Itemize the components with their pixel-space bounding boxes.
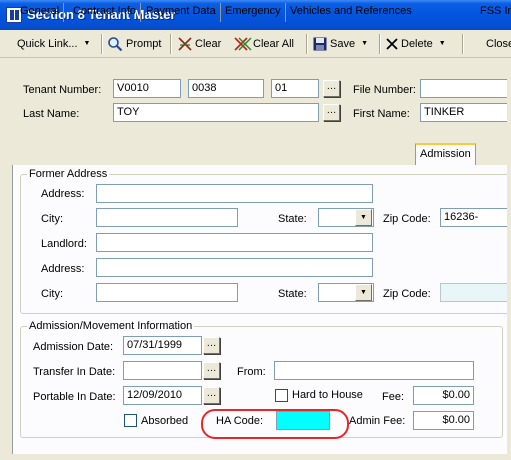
prompt-label: Prompt bbox=[126, 38, 162, 50]
absorbed-label: Absorbed bbox=[141, 415, 189, 427]
tenant-number-field-2[interactable]: 0038 bbox=[188, 79, 264, 98]
from-field[interactable] bbox=[274, 361, 474, 380]
from-label: From: bbox=[237, 366, 266, 378]
quick-link-button[interactable]: Quick Link... ▼ bbox=[17, 35, 90, 53]
chevron-down-icon: ▼ bbox=[83, 40, 91, 47]
quick-link-label: Quick Link... bbox=[17, 38, 78, 50]
delete-button[interactable]: Delete ▼ bbox=[386, 35, 446, 53]
tab-vehicles-and-references[interactable]: Vehicles and References bbox=[286, 3, 416, 22]
tenant-number-label: Tenant Number: bbox=[23, 84, 102, 96]
admin-fee-field[interactable]: $0.00 bbox=[413, 411, 474, 430]
absorbed-checkbox[interactable] bbox=[124, 414, 137, 427]
window-right-edge bbox=[507, 58, 511, 460]
tab-payment-data[interactable]: Payment Data bbox=[142, 3, 221, 22]
admission-date-label: Admission Date: bbox=[33, 341, 114, 353]
delete-label: Delete bbox=[401, 38, 433, 50]
transfer-in-date-picker-button[interactable]: … bbox=[203, 362, 220, 379]
landlord-address-label: Address: bbox=[41, 263, 85, 275]
former-zip-field[interactable]: 16236- bbox=[440, 208, 511, 227]
floppy-save-icon bbox=[313, 37, 327, 51]
landlord-label: Landlord: bbox=[41, 238, 87, 250]
clear-all-button[interactable]: Clear All bbox=[234, 35, 294, 53]
tenant-lookup-button[interactable]: … bbox=[323, 80, 340, 97]
close-button[interactable]: Close bbox=[486, 35, 511, 53]
admin-fee-label: Admin Fee: bbox=[349, 415, 406, 427]
tab-general[interactable]: General bbox=[16, 3, 65, 22]
clear-button[interactable]: Clear bbox=[177, 35, 221, 53]
search-icon bbox=[108, 37, 123, 52]
toolbar: Quick Link... ▼ Prompt Clear Clear All S… bbox=[0, 30, 511, 58]
save-button[interactable]: Save ▼ bbox=[313, 35, 368, 53]
admission-date-picker-button[interactable]: … bbox=[203, 337, 220, 354]
toolbar-separator bbox=[101, 34, 103, 54]
admission-movement-group-label: Admission/Movement Information bbox=[27, 320, 195, 332]
address-label: Address: bbox=[41, 188, 85, 200]
broom-clear-icon bbox=[178, 37, 192, 51]
landlord-city-field[interactable] bbox=[96, 283, 238, 302]
chevron-down-icon: ▼ bbox=[438, 40, 446, 47]
file-number-label: File Number: bbox=[353, 84, 416, 96]
former-city-field[interactable] bbox=[96, 208, 238, 227]
tenant-number-field-1[interactable]: V0010 bbox=[113, 79, 181, 98]
transfer-in-date-label: Transfer In Date: bbox=[33, 366, 116, 378]
tenant-number-field-3[interactable]: 01 bbox=[271, 79, 319, 98]
last-name-lookup-button[interactable]: … bbox=[323, 104, 340, 121]
first-name-label: First Name: bbox=[353, 108, 410, 120]
last-name-field[interactable]: TOY bbox=[113, 103, 319, 122]
transfer-in-date-field[interactable] bbox=[123, 361, 202, 380]
chevron-down-icon[interactable]: ▼ bbox=[355, 284, 372, 301]
annotation-highlight bbox=[201, 409, 349, 439]
landlord-state-label: State: bbox=[278, 288, 307, 300]
tab-admission[interactable]: Admission bbox=[415, 143, 476, 166]
admission-date-field[interactable]: 07/31/1999 bbox=[123, 336, 202, 355]
former-address-group-label: Former Address bbox=[27, 168, 110, 180]
clear-all-label: Clear All bbox=[253, 38, 294, 50]
chevron-down-icon[interactable]: ▼ bbox=[355, 209, 372, 226]
fee-field[interactable]: $0.00 bbox=[413, 386, 474, 405]
close-label: Close bbox=[486, 38, 511, 50]
x-delete-icon bbox=[386, 38, 398, 50]
portable-in-date-picker-button[interactable]: … bbox=[203, 387, 220, 404]
tab-emergency[interactable]: Emergency bbox=[221, 3, 286, 22]
file-number-field[interactable] bbox=[420, 79, 511, 98]
landlord-zip-field[interactable] bbox=[440, 283, 511, 302]
fee-label: Fee: bbox=[382, 391, 405, 403]
city-label: City: bbox=[41, 213, 63, 225]
landlord-city-label: City: bbox=[41, 288, 63, 300]
last-name-label: Last Name: bbox=[23, 108, 80, 120]
hard-to-house-checkbox[interactable] bbox=[275, 389, 288, 402]
save-label: Save bbox=[330, 38, 356, 50]
landlord-field[interactable] bbox=[96, 233, 373, 252]
broom-clear-all-icon bbox=[234, 37, 252, 51]
toolbar-separator bbox=[170, 34, 172, 54]
tab-fss-in[interactable]: FSS In bbox=[476, 3, 511, 22]
former-address-field[interactable] bbox=[96, 184, 373, 203]
chevron-down-icon: ▼ bbox=[361, 40, 369, 47]
toolbar-separator bbox=[462, 34, 464, 54]
toolbar-separator bbox=[379, 34, 381, 54]
zip-code-label: Zip Code: bbox=[383, 213, 431, 225]
clear-label: Clear bbox=[195, 38, 222, 50]
prompt-button[interactable]: Prompt bbox=[107, 35, 161, 53]
landlord-zip-label: Zip Code: bbox=[383, 288, 431, 300]
portable-in-date-field[interactable]: 12/09/2010 bbox=[123, 386, 202, 405]
landlord-address-field[interactable] bbox=[96, 258, 373, 277]
portable-in-date-label: Portable In Date: bbox=[33, 391, 116, 403]
state-label: State: bbox=[278, 213, 307, 225]
tab-contract-info[interactable]: Contract Info bbox=[69, 3, 141, 22]
first-name-field[interactable]: TINKER bbox=[420, 103, 511, 122]
toolbar-separator bbox=[306, 34, 308, 54]
hard-to-house-label: Hard to House bbox=[292, 389, 363, 401]
window-bottom-edge bbox=[0, 454, 511, 460]
